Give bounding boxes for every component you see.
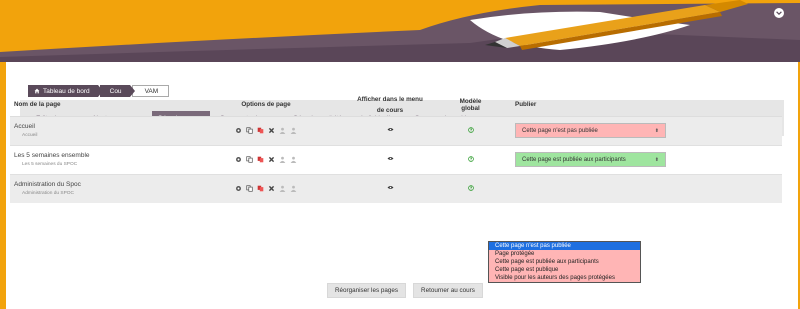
page-subtitle: Administration du SPOC xyxy=(22,191,74,197)
gear-icon[interactable] xyxy=(235,156,242,163)
column-header-menu: Afficher dans le menu de cours xyxy=(332,94,448,117)
dropdown-option[interactable]: Cette page n'est pas publiée xyxy=(489,242,640,250)
question-circle-icon xyxy=(467,155,474,162)
question-circle-icon xyxy=(467,126,474,133)
user-icon[interactable] xyxy=(279,127,286,134)
global-model-toggle[interactable] xyxy=(467,155,474,164)
publish-select[interactable]: Cette page est publiée aux participants … xyxy=(515,152,666,167)
copy-icon[interactable] xyxy=(246,185,253,192)
dropdown-option[interactable]: Page protégée xyxy=(489,250,640,258)
publish-select-value: Cette page est publiée aux participants xyxy=(522,156,626,163)
page-name[interactable]: Accueil xyxy=(14,123,196,130)
header-decoration xyxy=(0,0,800,62)
close-icon[interactable] xyxy=(268,127,275,134)
users-icon[interactable] xyxy=(290,185,297,193)
global-model-toggle[interactable] xyxy=(467,184,474,193)
user-icon[interactable] xyxy=(279,156,286,163)
visibility-toggle[interactable] xyxy=(387,156,394,163)
pages-table: Nom de la page Options de page Afficher … xyxy=(10,94,782,203)
table-row: Administration du Spoc Administration du… xyxy=(10,173,782,203)
duplicate-red-icon[interactable] xyxy=(257,185,264,192)
dropdown-option[interactable]: Cette page est publiée aux participants xyxy=(489,258,640,266)
back-to-course-button[interactable]: Retourner au cours xyxy=(413,283,483,298)
gear-icon[interactable] xyxy=(235,185,242,192)
publish-select[interactable]: Cette page n'est pas publiée ⬍ xyxy=(515,123,666,138)
column-header-publish: Publier xyxy=(493,94,782,117)
copy-icon[interactable] xyxy=(246,127,253,134)
close-icon[interactable] xyxy=(268,156,275,163)
visibility-toggle[interactable] xyxy=(387,185,394,192)
column-header-options: Options de page xyxy=(200,94,332,117)
publish-dropdown-list[interactable]: Cette page n'est pas publiée Page protég… xyxy=(488,241,641,283)
global-model-toggle[interactable] xyxy=(467,126,474,135)
dropdown-option[interactable]: Visible pour les auteurs des pages proté… xyxy=(489,274,640,282)
visibility-toggle[interactable] xyxy=(387,127,394,134)
duplicate-red-icon[interactable] xyxy=(257,127,264,134)
question-circle-icon xyxy=(467,184,474,191)
header-banner xyxy=(0,0,800,62)
action-buttons: Réorganiser les pages Retourner au cours xyxy=(327,283,483,298)
page-options xyxy=(204,156,328,163)
page-name[interactable]: Administration du Spoc xyxy=(14,181,196,188)
table-row: Accueil Accueil Cette page n'est pas pub… xyxy=(10,115,782,145)
eye-icon xyxy=(387,157,393,160)
user-icon[interactable] xyxy=(279,185,286,193)
close-icon[interactable] xyxy=(268,185,275,192)
users-icon[interactable] xyxy=(290,127,297,134)
chevron-down-icon xyxy=(776,11,782,16)
user-menu-toggle[interactable] xyxy=(774,8,784,18)
eye-icon xyxy=(387,186,393,190)
gear-icon[interactable] xyxy=(235,127,242,134)
select-arrows-icon: ⬍ xyxy=(654,127,659,134)
column-header-model: Modèle global xyxy=(448,94,493,117)
page-options xyxy=(204,185,328,193)
select-arrows-icon: ⬍ xyxy=(654,156,659,163)
page-subtitle: Les 5 semaines du SPOC xyxy=(22,162,78,167)
publish-select-value: Cette page n'est pas publiée xyxy=(522,127,598,134)
dropdown-option[interactable]: Cette page est publique xyxy=(489,266,640,274)
table-row: Les 5 semaines ensemble Les 5 semaines d… xyxy=(10,144,782,174)
duplicate-red-icon[interactable] xyxy=(257,156,264,163)
column-header-name: Nom de la page xyxy=(10,94,200,117)
column-header-menu-line2: de cours xyxy=(376,106,404,114)
users-icon[interactable] xyxy=(290,156,297,163)
reorganize-pages-button[interactable]: Réorganiser les pages xyxy=(327,283,407,298)
copy-icon[interactable] xyxy=(246,156,253,163)
page-name[interactable]: Les 5 semaines ensemble xyxy=(14,152,196,159)
column-header-menu-line1: Afficher dans le menu xyxy=(357,95,423,103)
page-options xyxy=(204,127,328,134)
page-subtitle: Accueil xyxy=(22,133,38,138)
eye-icon xyxy=(387,128,393,131)
